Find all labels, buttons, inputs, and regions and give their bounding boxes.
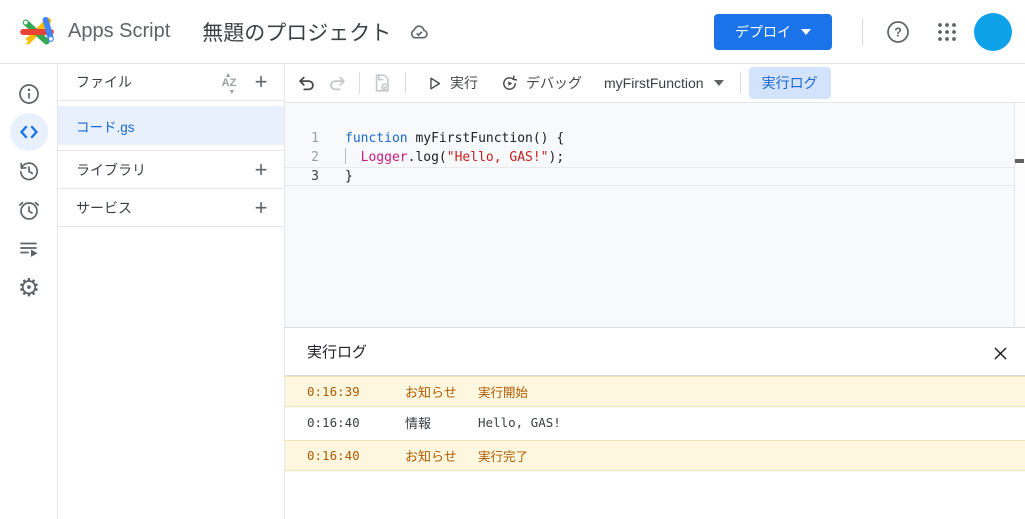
line-number: 1 (311, 131, 319, 146)
execution-log-title: 実行ログ (307, 344, 368, 361)
redo-icon[interactable] (323, 69, 351, 97)
debug-icon (503, 75, 518, 90)
execution-log-toggle[interactable]: 実行ログ (748, 67, 831, 99)
play-icon (430, 77, 441, 89)
google-apps-grid-icon[interactable] (933, 18, 961, 46)
project-title[interactable]: 無題のプロジェクト (202, 17, 391, 47)
line-number: 3 (311, 169, 319, 184)
chevron-down-icon (713, 80, 724, 86)
code-text: function myFirstFunction() { (345, 131, 565, 146)
line-number: 2 (311, 150, 319, 165)
log-timestamp: 0:16:39 (307, 384, 360, 399)
execution-log-header: 実行ログ (285, 328, 1025, 376)
log-row-info: 0:16:40 情報 Hello, GAS! (285, 407, 1025, 438)
settings-gear-icon[interactable]: ⚙ (10, 268, 48, 306)
close-icon[interactable] (987, 340, 1013, 366)
help-icon[interactable]: ? (884, 18, 912, 46)
files-panel-header: ファイル AZ ▲ ▼ + (58, 64, 284, 101)
header-divider (862, 18, 863, 46)
account-avatar[interactable] (974, 13, 1012, 51)
toolbar-divider (359, 72, 360, 94)
run-label: 実行 (450, 75, 478, 91)
log-type: お知らせ (405, 449, 457, 464)
files-panel: ファイル AZ ▲ ▼ + コード.gs ライブラリ + サービス + (58, 64, 285, 519)
debug-label: デバッグ (526, 75, 582, 91)
file-item-code-gs[interactable]: コード.gs (58, 106, 284, 145)
services-label: サービス (76, 199, 132, 216)
log-row-notice: 0:16:40 お知らせ 実行完了 (285, 440, 1025, 471)
editor-nav-code-icon[interactable] (10, 113, 48, 151)
log-type: 情報 (405, 416, 432, 431)
cloud-saved-icon[interactable] (405, 18, 433, 46)
run-button[interactable]: 実行 (426, 73, 478, 93)
apps-script-logo-icon[interactable] (16, 13, 58, 51)
log-message: 実行開始 (478, 385, 529, 400)
log-timestamp: 0:16:40 (307, 448, 360, 463)
svg-text:?: ? (894, 26, 902, 40)
services-section: サービス + (58, 189, 284, 227)
function-selector-value: myFirstFunction (604, 75, 704, 91)
overview-nav-info-icon[interactable] (10, 75, 48, 113)
code-line[interactable]: 3} (285, 167, 1014, 186)
toolbar-divider (405, 72, 406, 94)
deploy-button[interactable]: デプロイ (714, 14, 832, 50)
left-icon-rail: ⚙ (0, 64, 58, 519)
main-area: 実行 デバッグ myFirstFunction 実行ログ 1function (285, 64, 1025, 519)
deploy-button-label: デプロイ (735, 24, 791, 40)
triggers-alarm-clock-icon[interactable] (10, 191, 48, 229)
log-message: Hello, GAS! (478, 415, 561, 430)
undo-icon[interactable] (293, 69, 321, 97)
files-panel-title: ファイル (76, 74, 132, 90)
app-name[interactable]: Apps Script (68, 20, 170, 43)
az-sort-icon[interactable]: AZ ▲ ▼ (216, 70, 242, 96)
code-line[interactable]: 1 function myFirstFunction() { (285, 129, 1014, 148)
code-lines: 1 function myFirstFunction() { 2 Logger.lo… (285, 129, 1014, 186)
code-line[interactable]: 2 Logger.log("Hello, GAS!"); (285, 148, 1014, 167)
save-project-icon[interactable] (368, 69, 396, 97)
code-editor[interactable]: 1 function myFirstFunction() { 2 Logger.lo… (285, 103, 1025, 327)
chevron-down-icon (801, 29, 811, 35)
top-header: Apps Script 無題のプロジェクト デプロイ ? (0, 0, 1025, 64)
editor-toolbar: 実行 デバッグ myFirstFunction 実行ログ (285, 64, 1025, 103)
file-name: コード.gs (76, 119, 135, 135)
log-message: 実行完了 (478, 449, 529, 464)
add-file-plus-icon[interactable]: + (246, 67, 276, 97)
debug-button[interactable]: デバッグ (500, 73, 582, 93)
function-selector[interactable]: myFirstFunction (604, 75, 724, 91)
log-type: お知らせ (405, 385, 457, 400)
add-library-plus-icon[interactable]: + (246, 155, 276, 185)
execution-log-panel: 実行ログ 0:16:39 お知らせ 実行開始 0:16:40 情報 Hello, GAS!… (285, 327, 1025, 519)
execution-log-rows: 0:16:39 お知らせ 実行開始 0:16:40 情報 Hello, GAS! 0:16:… (285, 376, 1025, 471)
apps-script-window: Apps Script 無題のプロジェクト デプロイ ? ⚙ ファイル AZ ▲… (0, 0, 1025, 519)
editor-overview-ruler[interactable] (1014, 103, 1025, 327)
log-row-notice: 0:16:39 お知らせ 実行開始 (285, 376, 1025, 407)
cursor-position-mark (1015, 159, 1024, 163)
libraries-section: ライブラリ + (58, 151, 284, 189)
history-clock-icon[interactable] (10, 152, 48, 190)
libraries-label: ライブラリ (76, 161, 146, 178)
add-service-plus-icon[interactable]: + (246, 193, 276, 223)
log-timestamp: 0:16:40 (307, 415, 360, 430)
code-text: } (345, 169, 353, 184)
toolbar-divider (739, 72, 741, 94)
executions-list-play-icon[interactable] (10, 230, 48, 268)
code-text: Logger.log("Hello, GAS!"); (319, 148, 564, 167)
